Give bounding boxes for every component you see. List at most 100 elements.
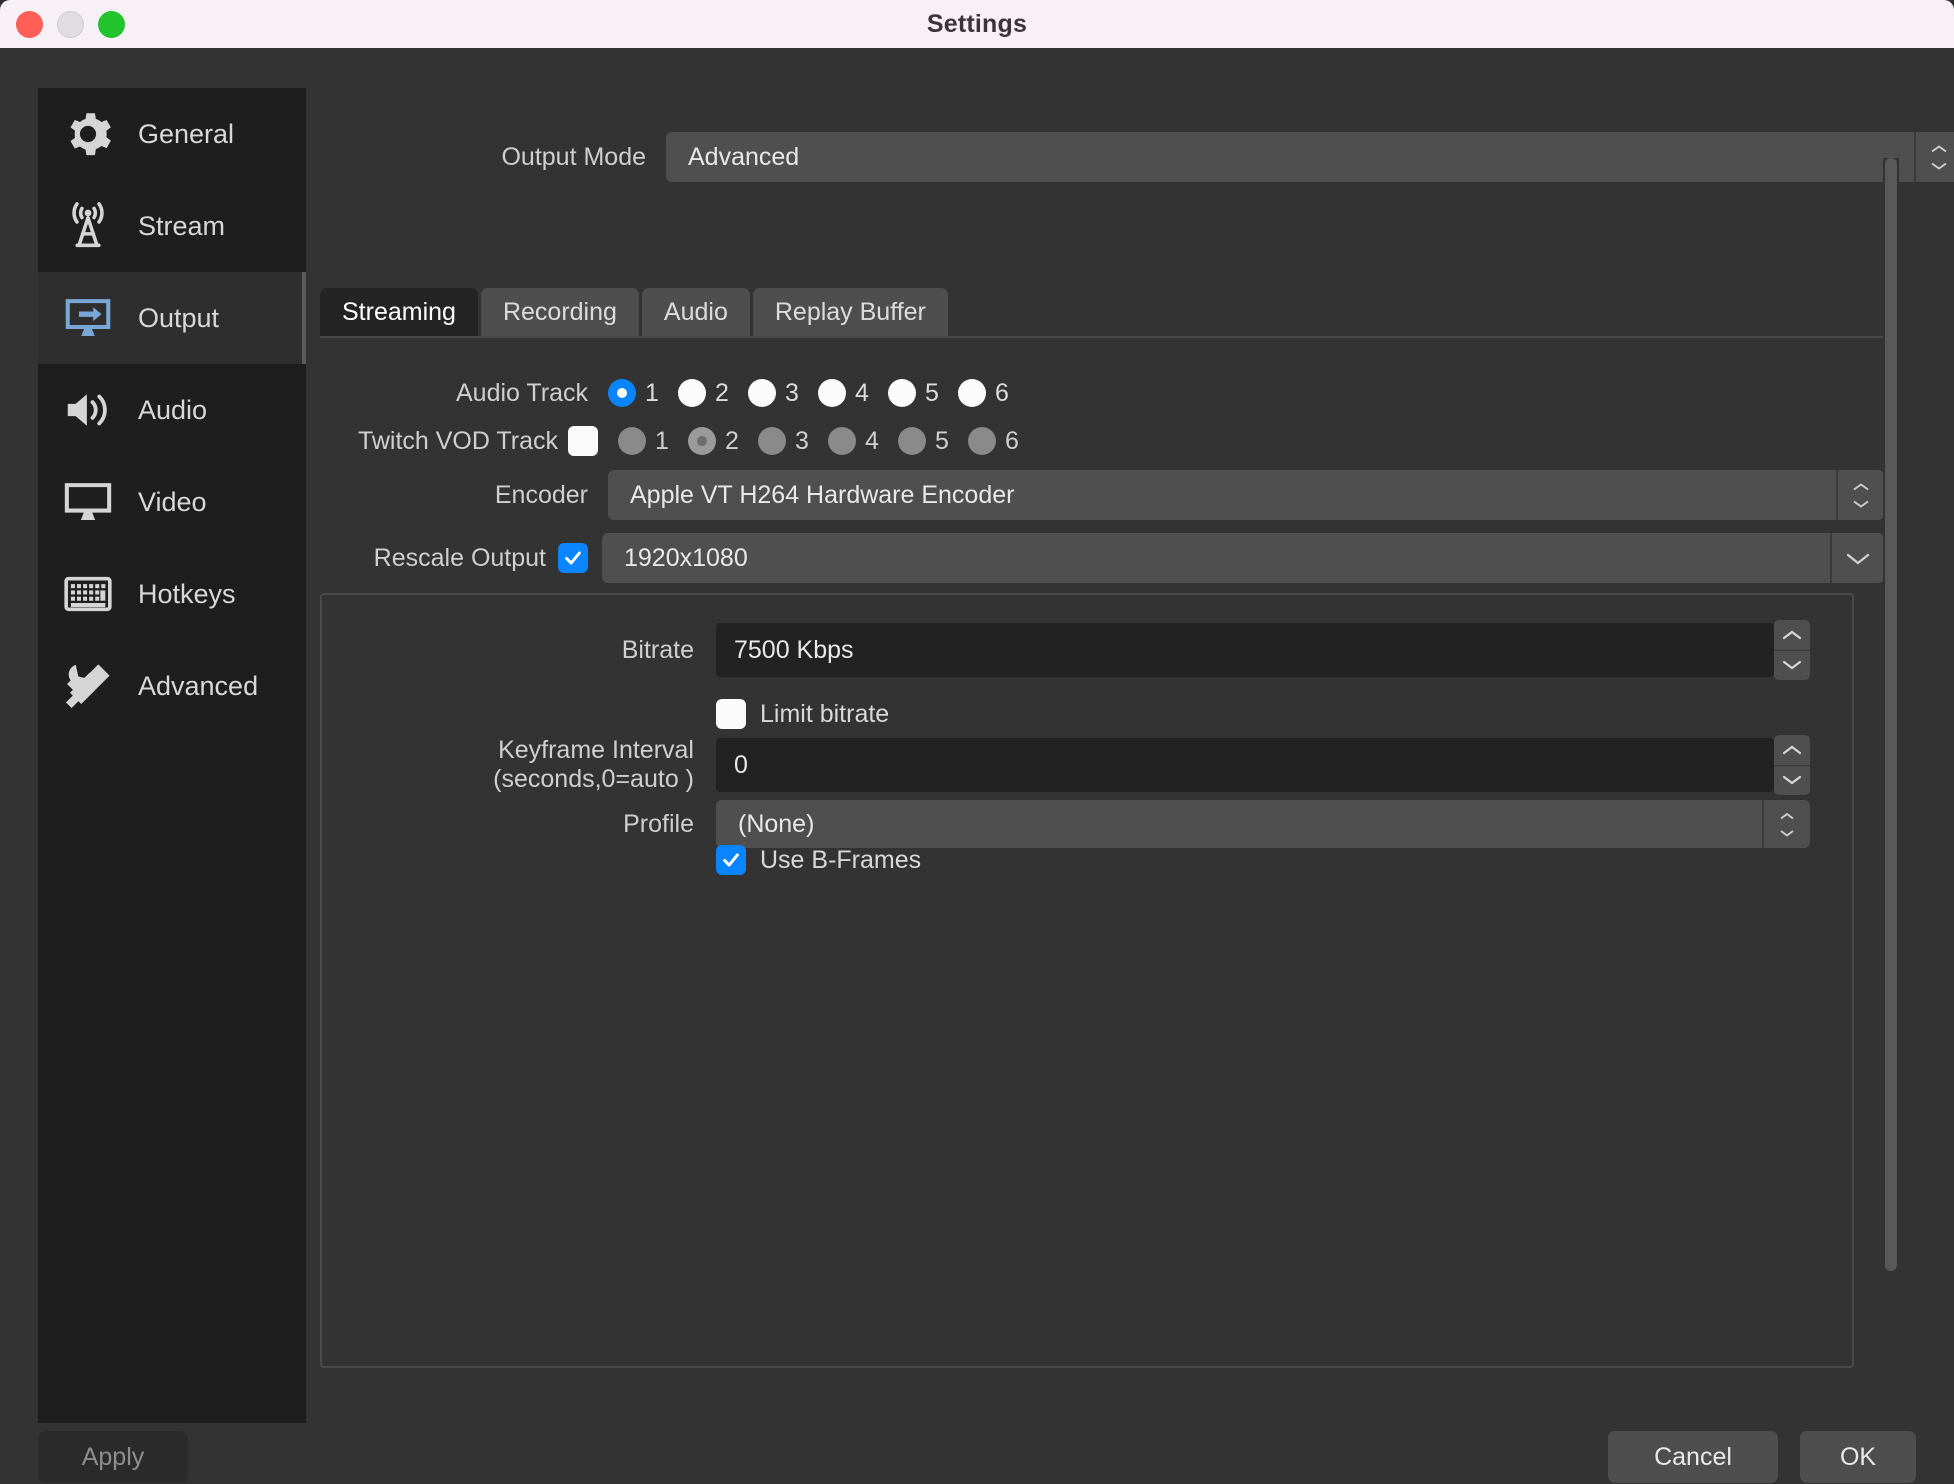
scrollbar-thumb[interactable]: [1885, 158, 1897, 1271]
output-tabs: Streaming Recording Audio Replay Buffer: [320, 288, 1884, 338]
bitrate-input[interactable]: 7500 Kbps: [716, 620, 1810, 680]
chevron-down-icon: [1846, 553, 1870, 565]
keyframe-interval-label: Keyframe Interval (seconds,0=auto ): [493, 736, 694, 793]
limit-bitrate-checkbox-wrap[interactable]: Limit bitrate: [716, 699, 889, 729]
keyboard-icon: [60, 566, 116, 622]
maximize-button[interactable]: [98, 10, 125, 38]
twitch-vod-track-radio-group: 1 2 3 4 5 6: [618, 427, 1038, 456]
radio-button: [618, 427, 646, 455]
profile-stepper[interactable]: [1762, 800, 1810, 848]
audio-track-option-3[interactable]: 3: [748, 379, 818, 408]
sidebar-item-label: Video: [138, 486, 207, 517]
chevron-up-icon: [1931, 144, 1947, 152]
sidebar-item-audio[interactable]: Audio: [38, 364, 306, 456]
use-b-frames-row: Use B-Frames: [716, 845, 921, 875]
keyframe-interval-input[interactable]: 0: [716, 735, 1810, 795]
audio-track-row: Audio Track 1 2 3 4 5 6: [320, 370, 1028, 416]
profile-row: Profile (None): [322, 800, 1812, 848]
tab-replay-buffer[interactable]: Replay Buffer: [752, 288, 948, 336]
minimize-button[interactable]: [57, 10, 84, 38]
output-mode-stepper[interactable]: [1914, 132, 1954, 182]
settings-scrollbar[interactable]: [1883, 158, 1899, 1271]
radio-label: 4: [855, 378, 869, 407]
sidebar-item-label: Stream: [138, 210, 226, 241]
profile-select[interactable]: (None): [716, 800, 1810, 848]
chevron-down-icon: [1782, 661, 1802, 670]
keyframe-increment-button[interactable]: [1774, 735, 1810, 766]
limit-bitrate-checkbox[interactable]: [716, 699, 746, 729]
rescale-output-select[interactable]: 1920x1080: [602, 533, 1884, 583]
encoder-select[interactable]: Apple VT H264 Hardware Encoder: [608, 470, 1884, 520]
tab-label: Replay Buffer: [774, 297, 926, 326]
rescale-output-label-wrap: Rescale Output: [320, 543, 588, 573]
close-button[interactable]: [16, 10, 43, 38]
audio-track-option-5[interactable]: 5: [888, 379, 958, 408]
output-mode-row: Output Mode Advanced: [430, 132, 1954, 182]
radio-button: [758, 427, 786, 455]
ok-button[interactable]: OK: [1800, 1431, 1916, 1483]
monitor-icon: [60, 474, 116, 530]
rescale-output-dropdown-arrow[interactable]: [1830, 533, 1884, 583]
speaker-icon: [60, 382, 116, 438]
radio-button[interactable]: [748, 379, 776, 407]
chevron-up-icon: [1782, 630, 1802, 639]
tab-recording[interactable]: Recording: [480, 288, 639, 336]
sidebar-item-output[interactable]: Output: [38, 272, 306, 364]
twitch-vod-track-row: Twitch VOD Track 1 2 3 4 5 6: [320, 418, 1038, 464]
tab-label: Streaming: [342, 297, 456, 326]
tools-icon: [60, 658, 116, 714]
radio-label: 2: [725, 426, 739, 455]
output-mode-select[interactable]: Advanced: [666, 132, 1954, 182]
sidebar-item-label: Hotkeys: [138, 578, 236, 609]
cancel-button[interactable]: Cancel: [1608, 1431, 1778, 1483]
audio-track-option-2[interactable]: 2: [678, 379, 748, 408]
sidebar-item-hotkeys[interactable]: Hotkeys: [38, 548, 306, 640]
window-title: Settings: [926, 9, 1028, 38]
radio-label: 4: [865, 426, 879, 455]
sidebar-item-video[interactable]: Video: [38, 456, 306, 548]
chevron-up-icon: [1782, 745, 1802, 754]
limit-bitrate-label: Limit bitrate: [760, 699, 890, 728]
twitch-vod-option-6: 6: [968, 427, 1038, 456]
apply-button[interactable]: Apply: [38, 1431, 188, 1483]
encoder-stepper[interactable]: [1836, 470, 1884, 520]
encoder-row: Encoder Apple VT H264 Hardware Encoder: [320, 470, 1884, 520]
audio-track-label: Audio Track: [455, 378, 588, 407]
use-b-frames-checkbox[interactable]: [716, 845, 746, 875]
radio-button: [688, 427, 716, 455]
twitch-vod-option-3: 3: [758, 427, 828, 456]
tab-streaming[interactable]: Streaming: [320, 288, 478, 336]
window-controls: [16, 0, 125, 48]
twitch-vod-track-checkbox[interactable]: [568, 426, 598, 456]
radio-button[interactable]: [678, 379, 706, 407]
bitrate-stepper[interactable]: [1774, 620, 1810, 680]
radio-button[interactable]: [888, 379, 916, 407]
cancel-label: Cancel: [1654, 1442, 1732, 1471]
audio-track-option-1[interactable]: 1: [608, 379, 678, 408]
keyframe-interval-stepper[interactable]: [1774, 735, 1810, 795]
tab-audio[interactable]: Audio: [641, 288, 750, 336]
tab-label: Recording: [502, 297, 617, 326]
radio-button[interactable]: [818, 379, 846, 407]
audio-track-option-4[interactable]: 4: [818, 379, 888, 408]
antenna-icon: [60, 198, 116, 254]
radio-button[interactable]: [958, 379, 986, 407]
use-b-frames-checkbox-wrap[interactable]: Use B-Frames: [716, 845, 921, 875]
rescale-output-checkbox[interactable]: [558, 543, 588, 573]
sidebar-item-advanced[interactable]: Advanced: [38, 640, 306, 732]
bitrate-decrement-button[interactable]: [1774, 650, 1810, 680]
radio-button[interactable]: [608, 379, 636, 407]
settings-dialog: General Stream Output Audio Video Hotkey…: [0, 48, 1954, 1484]
apply-label: Apply: [81, 1442, 145, 1471]
encoder-settings-group: Bitrate 7500 Kbps Limit bitrate Keyframe…: [320, 593, 1854, 1368]
bitrate-row: Bitrate 7500 Kbps: [322, 620, 1812, 680]
bitrate-increment-button[interactable]: [1774, 620, 1810, 651]
audio-track-option-6[interactable]: 6: [958, 379, 1028, 408]
keyframe-decrement-button[interactable]: [1774, 765, 1810, 795]
chevron-up-icon: [1853, 482, 1869, 490]
rescale-output-row: Rescale Output 1920x1080: [320, 533, 1884, 583]
sidebar-item-general[interactable]: General: [38, 88, 306, 180]
rescale-output-label: Rescale Output: [373, 543, 546, 572]
sidebar-item-stream[interactable]: Stream: [38, 180, 306, 272]
output-mode-value: Advanced: [688, 142, 800, 171]
